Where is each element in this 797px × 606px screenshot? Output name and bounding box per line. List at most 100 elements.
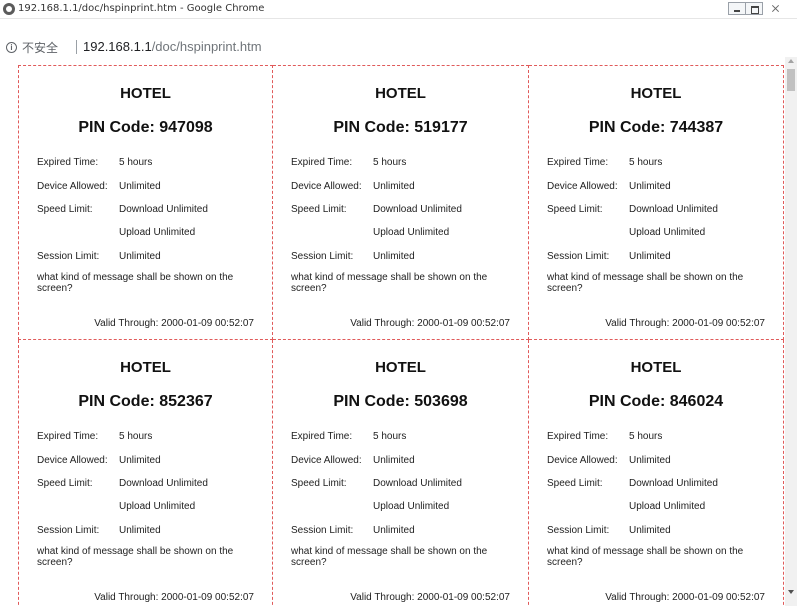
expired-time-row: Expired Time: 5 hours bbox=[291, 157, 406, 168]
download-limit-value: Download Unlimited bbox=[629, 478, 718, 489]
speed-limit-label: Speed Limit: bbox=[37, 204, 93, 215]
pin-card-grid: HOTEL PIN Code: 947098 Expired Time: 5 ho… bbox=[18, 65, 784, 606]
pin-card: HOTEL PIN Code: 947098 Expired Time: 5 ho… bbox=[18, 65, 273, 340]
session-limit-value: Unlimited bbox=[373, 525, 415, 536]
address-separator bbox=[76, 40, 77, 54]
device-allowed-label: Device Allowed: bbox=[547, 455, 618, 466]
device-allowed-value: Unlimited bbox=[119, 181, 161, 192]
card-message: what kind of message shall be shown on t… bbox=[547, 546, 744, 568]
pin-card: HOTEL PIN Code: 846024 Expired Time: 5 ho… bbox=[529, 340, 784, 606]
hotel-name: HOTEL bbox=[120, 85, 171, 102]
chrome-app-icon bbox=[3, 3, 15, 15]
speed-limit-label: Speed Limit: bbox=[291, 204, 347, 215]
url-path: /doc/hspinprint.htm bbox=[151, 39, 262, 54]
maximize-icon[interactable] bbox=[745, 2, 763, 15]
upload-limit-value: Upload Unlimited bbox=[629, 227, 706, 238]
upload-limit-value: Upload Unlimited bbox=[373, 227, 450, 238]
speed-limit-label: Speed Limit: bbox=[547, 478, 603, 489]
expired-time-row: Expired Time: 5 hours bbox=[547, 157, 662, 168]
download-limit-value: Download Unlimited bbox=[373, 204, 462, 215]
session-limit-label: Session Limit: bbox=[37, 251, 100, 262]
card-message: what kind of message shall be shown on t… bbox=[37, 546, 234, 568]
device-allowed-row: Device Allowed: Unlimited bbox=[547, 455, 671, 466]
speed-limit-row: Speed Limit: Download Unlimited bbox=[291, 204, 462, 215]
pin-card: HOTEL PIN Code: 519177 Expired Time: 5 ho… bbox=[273, 65, 529, 340]
expired-time-row: Expired Time: 5 hours bbox=[37, 157, 152, 168]
hotel-name: HOTEL bbox=[375, 359, 426, 376]
expired-time-row: Expired Time: 5 hours bbox=[547, 431, 662, 442]
session-limit-label: Session Limit: bbox=[547, 525, 610, 536]
session-limit-row: Session Limit: Unlimited bbox=[37, 525, 161, 536]
upload-limit-value: Upload Unlimited bbox=[373, 501, 450, 512]
device-allowed-value: Unlimited bbox=[629, 455, 671, 466]
download-limit-value: Download Unlimited bbox=[373, 478, 462, 489]
card-message: what kind of message shall be shown on t… bbox=[547, 272, 744, 294]
session-limit-value: Unlimited bbox=[119, 251, 161, 262]
upload-limit-value: Upload Unlimited bbox=[119, 227, 196, 238]
scroll-up-arrow-icon[interactable] bbox=[788, 59, 794, 63]
download-limit-value: Download Unlimited bbox=[119, 204, 208, 215]
expired-time-label: Expired Time: bbox=[291, 431, 353, 442]
speed-limit-label: Speed Limit: bbox=[547, 204, 603, 215]
session-limit-label: Session Limit: bbox=[291, 525, 354, 536]
expired-time-value: 5 hours bbox=[373, 157, 407, 168]
minimize-icon[interactable] bbox=[728, 2, 746, 15]
expired-time-label: Expired Time: bbox=[547, 431, 609, 442]
session-limit-row: Session Limit: Unlimited bbox=[291, 525, 415, 536]
device-allowed-label: Device Allowed: bbox=[291, 181, 362, 192]
pin-card: HOTEL PIN Code: 503698 Expired Time: 5 ho… bbox=[273, 340, 529, 606]
speed-limit-row: Speed Limit: Download Unlimited bbox=[37, 478, 208, 489]
hotel-name: HOTEL bbox=[120, 359, 171, 376]
card-message: what kind of message shall be shown on t… bbox=[37, 272, 234, 294]
card-message: what kind of message shall be shown on t… bbox=[291, 272, 488, 294]
device-allowed-value: Unlimited bbox=[373, 455, 415, 466]
valid-through: Valid Through: 2000-01-09 00:52:07 bbox=[94, 318, 254, 329]
session-limit-row: Session Limit: Unlimited bbox=[547, 251, 671, 262]
device-allowed-label: Device Allowed: bbox=[37, 181, 108, 192]
card-message: what kind of message shall be shown on t… bbox=[291, 546, 488, 568]
expired-time-row: Expired Time: 5 hours bbox=[37, 431, 152, 442]
device-allowed-row: Device Allowed: Unlimited bbox=[291, 455, 415, 466]
speed-limit-row: Speed Limit: Download Unlimited bbox=[547, 204, 718, 215]
session-limit-value: Unlimited bbox=[629, 251, 671, 262]
device-allowed-row: Device Allowed: Unlimited bbox=[37, 181, 161, 192]
upload-limit-value: Upload Unlimited bbox=[119, 501, 196, 512]
hotel-name: HOTEL bbox=[630, 85, 682, 102]
pin-code: PIN Code: 852367 bbox=[78, 393, 213, 410]
window-titlebar[interactable]: 192.168.1.1/doc/hspinprint.htm - Google … bbox=[0, 0, 797, 19]
security-label[interactable]: 不安全 bbox=[22, 39, 58, 56]
scroll-thumb[interactable] bbox=[787, 69, 795, 91]
pin-code: PIN Code: 947098 bbox=[78, 119, 213, 136]
expired-time-label: Expired Time: bbox=[547, 157, 609, 168]
expired-time-value: 5 hours bbox=[119, 157, 153, 168]
window-controls bbox=[728, 2, 785, 16]
valid-through: Valid Through: 2000-01-09 00:52:07 bbox=[605, 592, 765, 603]
pin-code: PIN Code: 519177 bbox=[333, 119, 468, 136]
url-host: 192.168.1.1 bbox=[83, 39, 152, 54]
vertical-scrollbar[interactable] bbox=[785, 57, 797, 606]
valid-through: Valid Through: 2000-01-09 00:52:07 bbox=[94, 592, 254, 603]
upload-limit-value: Upload Unlimited bbox=[629, 501, 706, 512]
device-allowed-label: Device Allowed: bbox=[37, 455, 108, 466]
address-bar[interactable]: i 不安全 192.168.1.1/doc/hspinprint.htm bbox=[0, 19, 797, 57]
speed-limit-label: Speed Limit: bbox=[37, 478, 93, 489]
device-allowed-value: Unlimited bbox=[373, 181, 415, 192]
expired-time-value: 5 hours bbox=[629, 431, 663, 442]
speed-limit-row: Speed Limit: Download Unlimited bbox=[291, 478, 462, 489]
valid-through: Valid Through: 2000-01-09 00:52:07 bbox=[350, 592, 510, 603]
session-limit-label: Session Limit: bbox=[547, 251, 610, 262]
scroll-down-arrow-icon[interactable] bbox=[788, 590, 794, 594]
pin-code: PIN Code: 744387 bbox=[588, 119, 724, 136]
download-limit-value: Download Unlimited bbox=[629, 204, 718, 215]
expired-time-label: Expired Time: bbox=[291, 157, 353, 168]
speed-limit-label: Speed Limit: bbox=[291, 478, 347, 489]
url-text[interactable]: 192.168.1.1/doc/hspinprint.htm bbox=[83, 39, 262, 54]
session-limit-value: Unlimited bbox=[119, 525, 161, 536]
valid-through: Valid Through: 2000-01-09 00:52:07 bbox=[605, 318, 765, 329]
page-viewport: HOTEL PIN Code: 947098 Expired Time: 5 ho… bbox=[0, 57, 797, 606]
session-limit-row: Session Limit: Unlimited bbox=[291, 251, 415, 262]
close-icon[interactable] bbox=[767, 2, 785, 15]
info-icon[interactable]: i bbox=[6, 42, 17, 53]
expired-time-label: Expired Time: bbox=[37, 157, 99, 168]
pin-code: PIN Code: 846024 bbox=[588, 393, 724, 410]
